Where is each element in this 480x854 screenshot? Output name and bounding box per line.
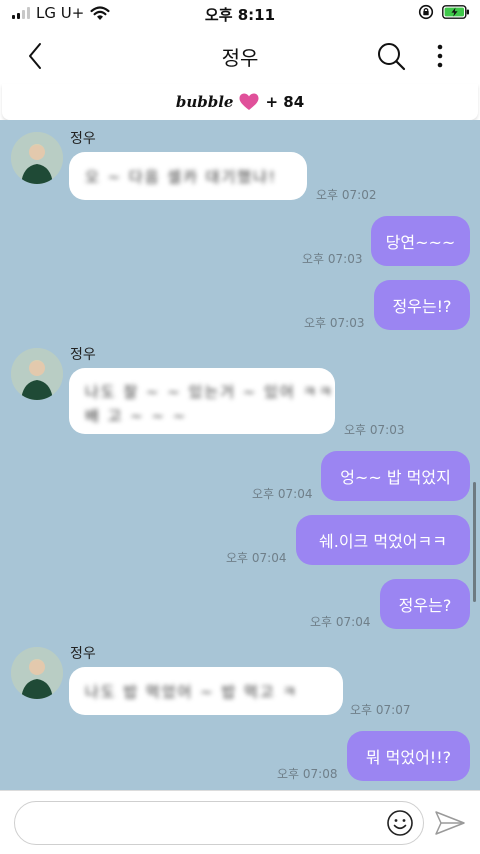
scroll-indicator[interactable] — [473, 482, 476, 602]
outgoing-message-bubble[interactable]: 정우는? — [380, 579, 470, 629]
send-icon — [435, 811, 465, 835]
emoji-button[interactable] — [386, 809, 414, 837]
message-text: 오 ~ 다음 셀카 대기했냐! — [85, 168, 277, 186]
chat-header: 정우 — [0, 30, 480, 82]
message-text: 배 고 ~ ~ ~ — [85, 407, 188, 425]
message-input[interactable] — [14, 801, 424, 845]
outgoing-message-bubble[interactable]: 정우는!? — [374, 280, 470, 330]
profile-photo-icon — [11, 132, 63, 184]
message-time: 오후 07:07 — [350, 703, 411, 717]
incoming-message-bubble[interactable]: 나도 밥 먹었어 ~ 밥 먹고 ㅋ — [69, 667, 343, 715]
search-icon — [378, 43, 406, 71]
bubble-count: + 84 — [265, 93, 305, 111]
heart-icon — [239, 93, 259, 110]
chat-area[interactable]: 정우 오 ~ 다음 셀카 대기했냐! 오후 07:02 오후 07:03 당연~… — [0, 120, 480, 790]
bubble-logo: bubble — [175, 93, 234, 111]
search-button[interactable] — [374, 39, 408, 73]
outgoing-message-bubble[interactable]: 엉~~ 밥 먹었지 — [321, 451, 470, 501]
status-time: 오후 8:11 — [204, 6, 276, 24]
more-vertical-icon — [437, 44, 443, 68]
sender-name: 정우 — [70, 131, 96, 147]
message-input-bar — [0, 790, 480, 854]
battery-charging-icon — [442, 5, 469, 19]
message-text: 나도 잘 ~ ~ 있는거 ~ 있어 ㅋㅋ — [85, 383, 335, 401]
more-options-button[interactable] — [428, 39, 452, 73]
message-time: 오후 07:03 — [304, 316, 365, 330]
send-button[interactable] — [434, 809, 466, 837]
avatar[interactable] — [11, 647, 63, 699]
message-time: 오후 07:04 — [310, 615, 371, 629]
orientation-lock-icon — [418, 4, 434, 20]
avatar[interactable] — [11, 132, 63, 184]
incoming-message-bubble[interactable]: 나도 잘 ~ ~ 있는거 ~ 있어 ㅋㅋ 배 고 ~ ~ ~ — [69, 368, 335, 434]
message-time: 오후 07:04 — [252, 487, 313, 501]
outgoing-message-bubble[interactable]: 뭐 먹었어!!? — [347, 731, 470, 781]
message-time: 오후 07:03 — [344, 423, 405, 437]
incoming-message-bubble[interactable]: 오 ~ 다음 셀카 대기했냐! — [69, 152, 307, 200]
profile-photo-icon — [11, 647, 63, 699]
message-text: 나도 밥 먹었어 ~ 밥 먹고 ㅋ — [85, 683, 299, 701]
message-time: 오후 07:02 — [316, 188, 377, 202]
sender-name: 정우 — [70, 646, 96, 662]
outgoing-message-bubble[interactable]: 당연~~~ — [371, 216, 470, 266]
message-time: 오후 07:03 — [302, 252, 363, 266]
bubble-banner[interactable]: bubble + 84 — [2, 84, 478, 120]
status-bar: LG U+ 오후 8:11 — [0, 0, 480, 30]
avatar[interactable] — [11, 348, 63, 400]
message-time: 오후 07:04 — [226, 551, 287, 565]
profile-photo-icon — [11, 348, 63, 400]
sender-name: 정우 — [70, 347, 96, 363]
outgoing-message-bubble[interactable]: 쉐.이크 먹었어ㅋㅋ — [296, 515, 470, 565]
message-time: 오후 07:08 — [277, 767, 338, 781]
smiley-icon — [387, 810, 413, 836]
chat-title: 정우 — [221, 46, 259, 70]
